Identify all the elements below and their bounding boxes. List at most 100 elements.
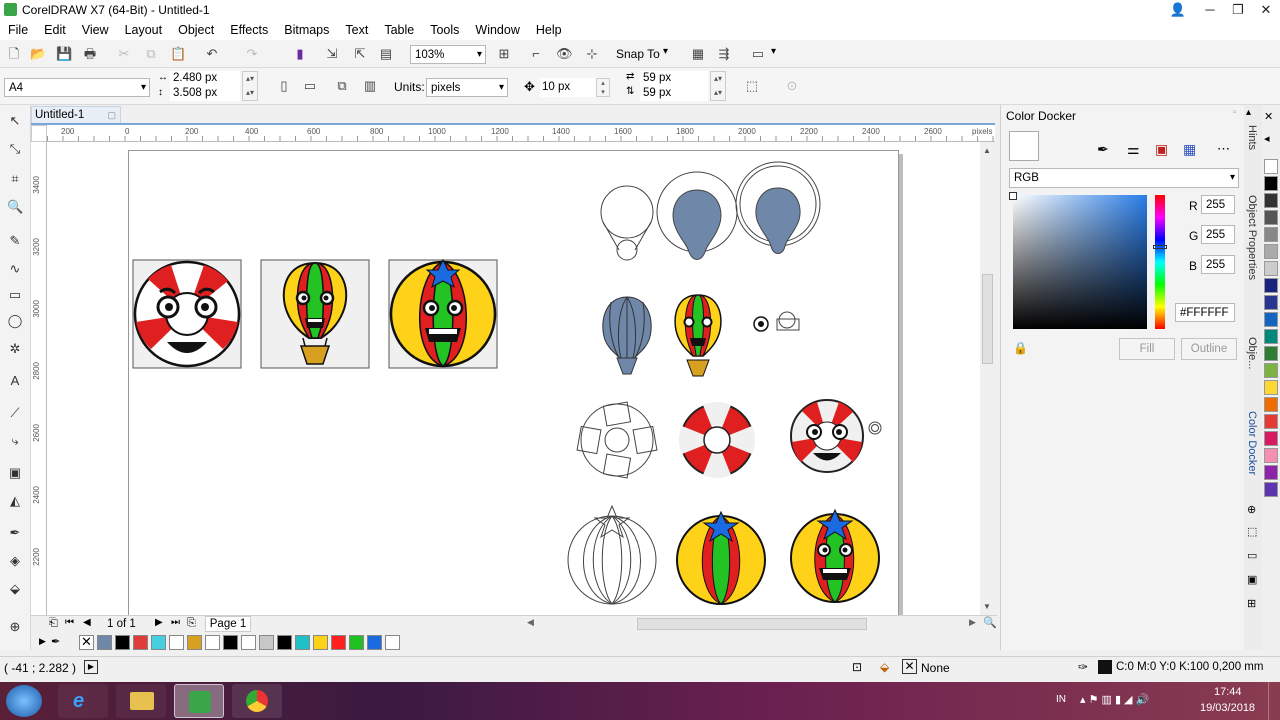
color-palettes-icon[interactable]: ▦ xyxy=(1183,141,1196,158)
ruler-origin[interactable] xyxy=(31,125,47,142)
palette-color-swatch[interactable] xyxy=(1264,261,1278,276)
status-play-icon[interactable]: ▶ xyxy=(84,660,98,674)
snap-to-chevron-icon[interactable]: ▾ xyxy=(663,46,668,57)
tab-color-docker[interactable]: Color Docker xyxy=(1246,411,1258,475)
rectangle-tool-icon[interactable]: ▭ xyxy=(7,287,23,303)
text-tool-icon[interactable]: A xyxy=(7,373,23,389)
b-value-field[interactable]: 255 xyxy=(1201,255,1235,274)
color-swatch[interactable] xyxy=(259,635,274,650)
minimize-button[interactable]: ─ xyxy=(1196,0,1224,20)
parallel-dimension-tool-icon[interactable]: ⟋ xyxy=(7,405,23,421)
new-document-icon[interactable]: 🗋 xyxy=(6,46,22,62)
menu-file[interactable]: File xyxy=(0,23,36,37)
color-swatch[interactable] xyxy=(367,635,382,650)
page-height-field[interactable]: 3.508 px xyxy=(170,86,240,101)
color-picker-handle[interactable] xyxy=(1009,192,1017,200)
save-icon[interactable]: 💾 xyxy=(56,46,72,62)
close-button[interactable]: ✕ xyxy=(1252,0,1280,20)
color-swatch[interactable] xyxy=(223,635,238,650)
color-viewers-icon[interactable]: ▣ xyxy=(1155,141,1168,158)
menu-layout[interactable]: Layout xyxy=(117,23,171,37)
beachball-face[interactable] xyxy=(790,508,880,603)
drop-shadow-tool-icon[interactable]: ▣ xyxy=(7,465,23,481)
zoom-tool-icon[interactable]: 🔍 xyxy=(7,199,23,215)
color-swatch[interactable] xyxy=(277,635,292,650)
previous-page-icon[interactable]: ◀ xyxy=(83,617,91,628)
vertical-scrollbar[interactable]: ▲ ▼ xyxy=(980,142,995,615)
open-icon[interactable]: 📂 xyxy=(30,46,46,62)
launcher-chevron-icon[interactable]: ▾ xyxy=(771,46,776,57)
r-value-field[interactable]: 255 xyxy=(1201,195,1235,214)
user-icon[interactable]: 👤 xyxy=(1164,0,1192,20)
size-spinner[interactable]: ▴▾ ▴▾ xyxy=(242,71,258,101)
docker-scroll-up-icon[interactable]: ▴ xyxy=(1246,107,1251,118)
g-value-field[interactable]: 255 xyxy=(1201,225,1235,244)
menu-tools[interactable]: Tools xyxy=(422,23,467,37)
color-swatch[interactable] xyxy=(331,635,346,650)
palette-color-swatch[interactable] xyxy=(1264,448,1278,463)
toolbox-settings-icon[interactable]: ⊕ xyxy=(7,619,23,635)
palette-color-swatch[interactable] xyxy=(1264,278,1278,293)
connector-tool-icon[interactable]: ⤷ xyxy=(7,433,23,449)
color-swatch[interactable] xyxy=(169,635,184,650)
palette-color-swatch[interactable] xyxy=(1264,329,1278,344)
paste-icon[interactable]: 📋 xyxy=(170,46,186,62)
duplicate-spinner[interactable]: ▴▾ ▴▾ xyxy=(710,71,726,101)
show-guidelines-icon[interactable]: ⊹ xyxy=(584,46,600,62)
balloon-segmented-grey[interactable] xyxy=(602,296,652,375)
color-swatch[interactable] xyxy=(349,635,364,650)
full-screen-icon[interactable]: ⊞ xyxy=(496,46,512,62)
palette-color-swatch[interactable] xyxy=(1264,346,1278,361)
show-rulers-icon[interactable]: ⌐ xyxy=(528,46,544,62)
no-color-swatch[interactable]: ✕ xyxy=(79,635,94,650)
lifebuoy-face[interactable] xyxy=(790,399,882,473)
palette-color-swatch[interactable] xyxy=(1264,414,1278,429)
tab-close-icon[interactable]: ▢ xyxy=(107,107,116,123)
tab-hints[interactable]: Hints xyxy=(1246,125,1258,150)
freehand-tool-icon[interactable]: ✎ xyxy=(7,233,23,249)
palette-color-swatch[interactable] xyxy=(1264,244,1278,259)
palette-color-swatch[interactable] xyxy=(1264,227,1278,242)
beachball-plain[interactable] xyxy=(676,510,766,605)
chrome-icon[interactable] xyxy=(232,684,282,718)
transparency-tool-icon[interactable]: ◭ xyxy=(7,493,23,509)
color-swatch[interactable] xyxy=(313,635,328,650)
color-model-select[interactable]: RGB xyxy=(1009,168,1239,188)
color-swatch[interactable] xyxy=(97,635,112,650)
export-icon[interactable]: ⇱ xyxy=(352,46,368,62)
menu-view[interactable]: View xyxy=(74,23,117,37)
palette-color-swatch[interactable] xyxy=(1264,363,1278,378)
landscape-icon[interactable]: ▭ xyxy=(302,78,318,94)
color-swatch[interactable] xyxy=(205,635,220,650)
vertical-scroll-thumb[interactable] xyxy=(982,274,993,364)
units-select[interactable]: pixels xyxy=(426,78,508,97)
docker-more-options-icon[interactable]: ⋯ xyxy=(1217,141,1230,157)
horizontal-scroll-thumb[interactable] xyxy=(637,618,867,630)
tab-untitled-1[interactable]: Untitled-1 ▢ xyxy=(31,106,121,124)
eye-element[interactable] xyxy=(753,316,769,332)
horizontal-ruler[interactable]: 200 0 200 400 600 800 1000 1200 1400 160… xyxy=(47,125,995,142)
pick-tool-icon[interactable]: ↖ xyxy=(7,113,23,129)
tab-objects[interactable]: Obje... xyxy=(1246,337,1258,369)
docker-close-icon[interactable]: ▫ xyxy=(1233,107,1237,118)
current-page-icon[interactable]: ▥ xyxy=(362,78,378,94)
start-button[interactable] xyxy=(6,685,42,717)
drawing-canvas[interactable] xyxy=(47,142,980,615)
color-swatch[interactable] xyxy=(151,635,166,650)
alignment-icon[interactable]: ⇶ xyxy=(716,46,732,62)
duplicate-y-field[interactable]: 59 px xyxy=(640,86,708,101)
eyedropper-tool-icon[interactable]: ✒ xyxy=(7,525,23,541)
tray-icons[interactable]: ▴ ⚑ ▥ ▮ ◢ 🔊 xyxy=(1080,693,1149,706)
cut-icon[interactable]: ✂ xyxy=(116,46,132,62)
zoom-level-select[interactable]: 103% xyxy=(410,45,486,64)
copy-icon[interactable]: ⧉ xyxy=(143,46,159,62)
palette-color-swatch[interactable] xyxy=(1264,431,1278,446)
menu-help[interactable]: Help xyxy=(528,23,570,37)
first-page-icon[interactable]: ⏮ xyxy=(65,617,74,628)
language-indicator[interactable]: IN xyxy=(1056,694,1066,705)
color-picker-field[interactable] xyxy=(1013,195,1147,329)
menu-bitmaps[interactable]: Bitmaps xyxy=(276,23,337,37)
color-swatch[interactable] xyxy=(133,635,148,650)
next-page-icon[interactable]: ▶ xyxy=(155,617,163,628)
lifebuoy-character-thumbnail[interactable] xyxy=(132,259,242,369)
